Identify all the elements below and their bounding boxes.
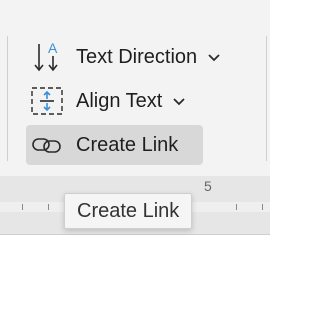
ruler-tick [236, 204, 237, 210]
ruler-tick [22, 204, 23, 210]
align-text-icon [30, 84, 64, 118]
svg-text:A: A [48, 40, 58, 56]
ruler-tick [262, 204, 263, 210]
text-direction-icon: A [30, 40, 64, 74]
create-link-label: Create Link [76, 133, 179, 156]
group-separator-left [7, 36, 8, 161]
text-direction-button[interactable]: A Text Direction [26, 37, 221, 77]
ribbon-panel: A Text Direction Align Text Create Link [0, 0, 270, 176]
align-text-label: Align Text [76, 89, 163, 112]
chevron-down-icon[interactable] [172, 94, 186, 108]
ruler-tick [48, 204, 49, 210]
text-direction-label: Text Direction [76, 45, 198, 68]
chevron-down-icon[interactable] [207, 50, 221, 64]
ruler-number: 5 [204, 178, 212, 194]
link-icon [30, 128, 64, 162]
create-link-button[interactable]: Create Link [26, 125, 203, 165]
tooltip: Create Link [64, 193, 193, 229]
group-separator-right [266, 36, 267, 161]
align-text-button[interactable]: Align Text [26, 81, 186, 121]
